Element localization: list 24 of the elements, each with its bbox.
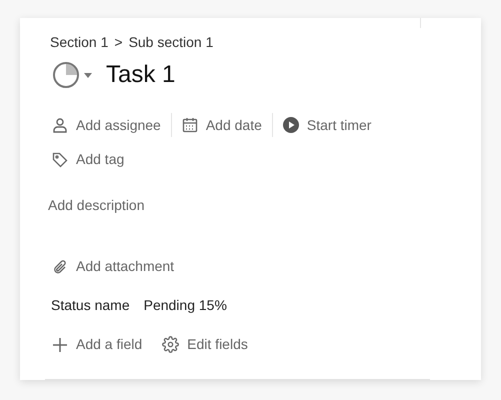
- play-icon: [282, 117, 299, 133]
- edit-fields-button[interactable]: Edit fields: [162, 334, 248, 355]
- progress-pie-icon: [52, 61, 80, 89]
- field-value[interactable]: Pending 15%: [144, 295, 227, 316]
- add-field-button[interactable]: Add a field: [52, 334, 142, 355]
- add-date-button[interactable]: Add date: [182, 114, 262, 136]
- breadcrumb-separator: >: [114, 33, 123, 52]
- paperclip-icon: [52, 258, 68, 274]
- gear-icon: [162, 336, 180, 353]
- breadcrumb-link[interactable]: Section 1: [50, 32, 108, 53]
- breadcrumb-link[interactable]: Sub section 1: [128, 32, 214, 53]
- person-icon: [52, 117, 68, 133]
- plus-icon: [52, 336, 68, 352]
- calendar-icon: [182, 117, 198, 133]
- add-assignee-button[interactable]: Add assignee: [52, 114, 161, 136]
- add-tag-button[interactable]: Add tag: [52, 149, 124, 170]
- tag-icon: [52, 152, 68, 168]
- start-timer-button[interactable]: Start timer: [282, 114, 372, 136]
- status-dropdown[interactable]: [52, 61, 92, 89]
- add-attachment-button[interactable]: Add attachment: [52, 256, 174, 277]
- task-title[interactable]: Task 1: [106, 57, 176, 93]
- description-field[interactable]: Add description: [48, 195, 448, 216]
- caret-icon: [84, 72, 92, 78]
- field-name: Status name: [51, 296, 130, 315]
